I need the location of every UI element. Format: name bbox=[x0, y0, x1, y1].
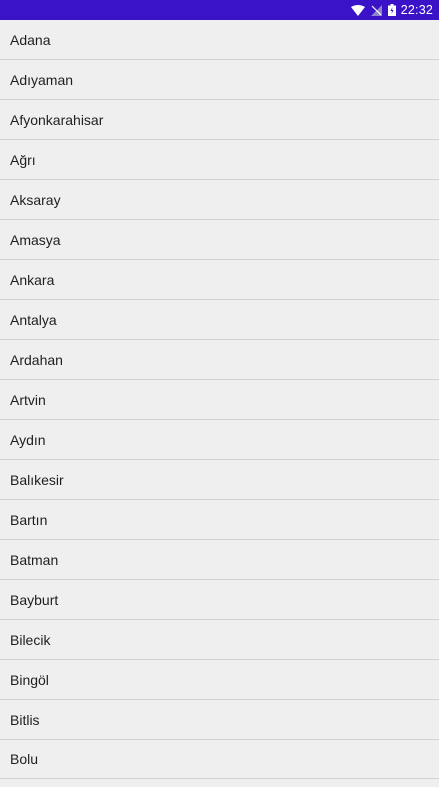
list-item[interactable]: Artvin bbox=[0, 380, 439, 420]
city-list[interactable]: Adana Adıyaman Afyonkarahisar Ağrı Aksar… bbox=[0, 20, 439, 787]
status-time: 22:32 bbox=[400, 3, 433, 17]
list-item[interactable]: Amasya bbox=[0, 220, 439, 260]
list-item[interactable]: Bayburt bbox=[0, 580, 439, 620]
battery-icon bbox=[387, 4, 396, 16]
list-item[interactable]: Balıkesir bbox=[0, 460, 439, 500]
list-item[interactable]: Bartın bbox=[0, 500, 439, 540]
status-bar: 22:32 bbox=[0, 0, 439, 20]
list-item[interactable]: Batman bbox=[0, 540, 439, 580]
list-item-label: Aydın bbox=[10, 431, 46, 448]
wifi-icon bbox=[350, 4, 365, 16]
list-item-label: Bitlis bbox=[10, 711, 40, 728]
list-item[interactable]: Ankara bbox=[0, 260, 439, 300]
list-item[interactable]: Bitlis bbox=[0, 700, 439, 740]
list-item-label: Adıyaman bbox=[10, 71, 74, 88]
list-item-label: Artvin bbox=[10, 391, 46, 408]
list-item[interactable]: Antalya bbox=[0, 300, 439, 340]
list-item-label: Ardahan bbox=[10, 351, 63, 368]
list-item-label: Balıkesir bbox=[10, 471, 64, 488]
list-item[interactable]: Adana bbox=[0, 20, 439, 60]
list-item[interactable]: Adıyaman bbox=[0, 60, 439, 100]
list-item[interactable]: Bingöl bbox=[0, 660, 439, 700]
list-item[interactable]: Afyonkarahisar bbox=[0, 100, 439, 140]
list-item-label: Bolu bbox=[10, 751, 39, 767]
list-item-label: Adana bbox=[10, 31, 51, 48]
list-item[interactable]: Bolu bbox=[0, 740, 439, 779]
list-item[interactable]: Ağrı bbox=[0, 140, 439, 180]
list-item[interactable]: Ardahan bbox=[0, 340, 439, 380]
list-item-label: Afyonkarahisar bbox=[10, 111, 104, 128]
list-item-label: Ankara bbox=[10, 271, 55, 288]
list-item[interactable]: Aydın bbox=[0, 420, 439, 460]
list-item[interactable]: Bilecik bbox=[0, 620, 439, 660]
list-item-label: Bartın bbox=[10, 511, 48, 528]
list-item-label: Ağrı bbox=[10, 151, 36, 168]
list-item[interactable]: Aksaray bbox=[0, 180, 439, 220]
list-item-label: Antalya bbox=[10, 311, 57, 328]
list-item-label: Bilecik bbox=[10, 631, 51, 648]
list-item-label: Bingöl bbox=[10, 671, 49, 688]
list-item-label: Aksaray bbox=[10, 191, 61, 208]
no-signal-icon bbox=[370, 4, 382, 16]
list-item-label: Amasya bbox=[10, 231, 61, 248]
list-item-label: Batman bbox=[10, 551, 59, 568]
list-item-label: Bayburt bbox=[10, 591, 59, 608]
